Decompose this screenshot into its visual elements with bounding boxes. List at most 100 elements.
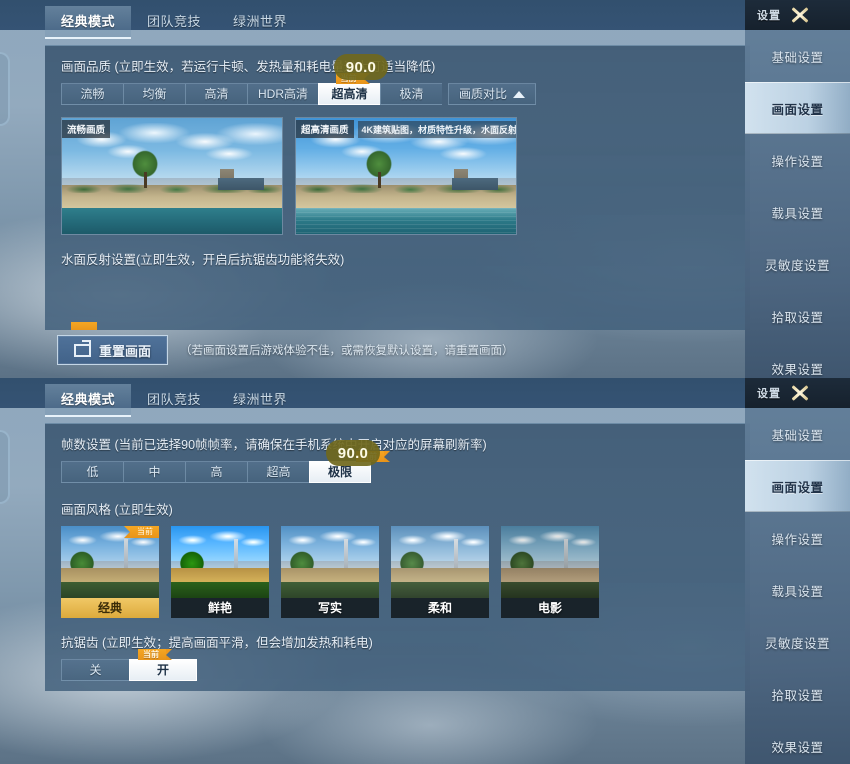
- style-option-classic[interactable]: 当前 经典: [61, 526, 159, 618]
- sidebar-item-pickup[interactable]: 拾取设置: [745, 668, 850, 720]
- tab-team-deathmatch[interactable]: 团队竞技: [131, 384, 217, 415]
- image-tree: [128, 148, 162, 188]
- sidebar-item-label: 拾取设置: [771, 310, 824, 325]
- tab-label: 团队竞技: [147, 392, 202, 407]
- settings-panel-top: 经典模式 团队竞技 绿洲世界 画面品质 (立即生效，若运行卡顿、发热量和耗电量过…: [0, 0, 850, 378]
- framerate-option-medium[interactable]: 中: [123, 461, 185, 483]
- sidebar-item-basic[interactable]: 基础设置: [745, 30, 850, 82]
- picture-style-options: 当前 经典 鲜艳 写实 柔和 电影: [61, 526, 750, 618]
- option-label: 开: [156, 663, 169, 677]
- style-option-cinematic[interactable]: 电影: [501, 526, 599, 618]
- option-label: 高清: [204, 87, 229, 101]
- current-badge-wrap: 当前: [124, 526, 159, 538]
- antialias-title: 抗锯齿 (立即生效；提高画面平滑，但会增加发热和耗电): [61, 636, 373, 650]
- image-tree: [362, 148, 396, 188]
- sidebar-item-effects[interactable]: 效果设置: [745, 342, 850, 378]
- sidebar-item-label: 操作设置: [771, 532, 824, 547]
- style-thumbnail: [281, 526, 379, 598]
- image-buildings: [452, 178, 499, 191]
- framerate-option-low[interactable]: 低: [61, 461, 123, 483]
- graphics-settings-card: 帧数设置 (当前已选择90帧帧率，请确保在手机系统中开启对应的屏幕刷新率) 低 …: [45, 423, 750, 691]
- quality-option-extreme-hd[interactable]: 极清: [380, 83, 442, 105]
- tab-label: 经典模式: [61, 392, 116, 407]
- sidebar-item-label: 载具设置: [771, 206, 824, 221]
- close-x-icon[interactable]: [787, 5, 813, 25]
- quality-option-balanced[interactable]: 均衡: [123, 83, 185, 105]
- sidebar-item-graphics[interactable]: 画面设置: [745, 460, 850, 512]
- sidebar-title: 设置: [757, 10, 781, 22]
- reset-screen-icon: [74, 343, 91, 357]
- tab-oasis-world[interactable]: 绿洲世界: [217, 384, 303, 415]
- sidebar-item-vehicles[interactable]: 载具设置: [745, 564, 850, 616]
- compare-caption: 超高清画质 4K建筑贴图，材质特性升级，水面反射效果: [296, 118, 516, 140]
- style-label: 经典: [61, 598, 159, 618]
- fps-overlay-badge: 90.0: [326, 440, 380, 466]
- caption-main: 流畅画质: [62, 120, 111, 138]
- mode-tabs: 经典模式 团队竞技 绿洲世界: [45, 384, 303, 417]
- sidebar-item-basic[interactable]: 基础设置: [745, 408, 850, 460]
- image-water: [62, 208, 282, 234]
- style-option-realistic[interactable]: 写实: [281, 526, 379, 618]
- graphics-settings-card: 画面品质 (立即生效，若运行卡顿、发热量和耗电量过大可适当降低) 流畅 均衡 高…: [45, 45, 750, 330]
- quality-option-ultra-hd[interactable]: 当前 超高清: [318, 73, 380, 105]
- settings-panel-bottom: 经典模式 团队竞技 绿洲世界 帧数设置 (当前已选择90帧帧率，请确保在手机系统…: [0, 378, 850, 764]
- left-edge-widget[interactable]: [0, 430, 10, 504]
- sidebar-item-controls[interactable]: 操作设置: [745, 134, 850, 186]
- quality-compare-button[interactable]: 画质对比: [448, 83, 537, 105]
- option-label: 流畅: [80, 87, 105, 101]
- thumb-field: [171, 582, 269, 598]
- style-label: 鲜艳: [171, 598, 269, 618]
- style-option-vivid[interactable]: 鲜艳: [171, 526, 269, 618]
- quality-option-hdr-hd[interactable]: HDR高清: [247, 83, 318, 105]
- quality-section-title: 画面品质 (立即生效，若运行卡顿、发热量和耗电量过大可适当降低): [61, 60, 436, 74]
- sidebar-item-controls[interactable]: 操作设置: [745, 512, 850, 564]
- compare-caption: 流畅画质: [62, 118, 111, 140]
- tab-classic-mode[interactable]: 经典模式: [45, 6, 132, 39]
- tab-classic-mode[interactable]: 经典模式: [45, 384, 132, 417]
- sidebar-item-effects[interactable]: 效果设置: [745, 720, 850, 764]
- style-thumbnail: [501, 526, 599, 598]
- sidebar-item-label: 灵敏度设置: [764, 636, 830, 651]
- tab-label: 经典模式: [61, 14, 116, 29]
- sidebar-item-sensitivity[interactable]: 灵敏度设置: [745, 616, 850, 668]
- option-label: 低: [86, 465, 99, 479]
- style-thumbnail: [171, 526, 269, 598]
- settings-sidebar: 设置 基础设置 画面设置 操作设置 载具设置 灵敏度设置 拾取设置 效果设置: [745, 378, 850, 764]
- thumb-field: [391, 582, 489, 598]
- option-label: 高: [210, 465, 223, 479]
- left-edge-widget[interactable]: [0, 52, 10, 126]
- antialias-option-bar: 关 当前 开: [61, 649, 197, 681]
- compare-image-ultra-hd: 超高清画质 4K建筑贴图，材质特性升级，水面反射效果: [295, 117, 517, 235]
- image-buildings: [218, 178, 265, 191]
- tab-label: 团队竞技: [147, 14, 202, 29]
- sidebar-item-label: 灵敏度设置: [764, 258, 830, 273]
- sidebar-item-pickup[interactable]: 拾取设置: [745, 290, 850, 342]
- tab-oasis-world[interactable]: 绿洲世界: [217, 6, 303, 37]
- close-x-icon[interactable]: [787, 383, 813, 403]
- reset-button-label: 重置画面: [99, 343, 152, 359]
- framerate-option-ultra[interactable]: 超高: [247, 461, 309, 483]
- fps-overlay-badge: 90.0: [334, 54, 388, 80]
- game-settings-screen: 经典模式 团队竞技 绿洲世界 画面品质 (立即生效，若运行卡顿、发热量和耗电量过…: [0, 0, 850, 764]
- quality-option-hd[interactable]: 高清: [185, 83, 247, 105]
- option-label: 超高: [266, 465, 291, 479]
- compare-label: 画质对比: [459, 86, 508, 101]
- thumb-field: [61, 582, 159, 598]
- option-label: 极清: [399, 87, 424, 101]
- sidebar-title: 设置: [757, 388, 781, 400]
- quality-compare-images: 流畅画质 超高清画质 4K建筑贴图，材质特性升级，水面反射效果: [61, 117, 750, 235]
- option-label: 中: [148, 465, 161, 479]
- framerate-option-high[interactable]: 高: [185, 461, 247, 483]
- quality-option-smooth[interactable]: 流畅: [61, 83, 123, 105]
- tab-team-deathmatch[interactable]: 团队竞技: [131, 6, 217, 37]
- sidebar-item-graphics[interactable]: 画面设置: [745, 82, 850, 134]
- sidebar-item-label: 载具设置: [771, 584, 824, 599]
- sidebar-item-sensitivity[interactable]: 灵敏度设置: [745, 238, 850, 290]
- framerate-section-title: 帧数设置 (当前已选择90帧帧率，请确保在手机系统中开启对应的屏幕刷新率): [61, 438, 487, 452]
- reset-screen-button[interactable]: 重置画面: [57, 335, 169, 365]
- sidebar-item-vehicles[interactable]: 载具设置: [745, 186, 850, 238]
- antialias-option-on[interactable]: 当前 开: [129, 649, 197, 681]
- sidebar-item-label: 画面设置: [771, 480, 824, 495]
- style-option-soft[interactable]: 柔和: [391, 526, 489, 618]
- antialias-option-off[interactable]: 关: [61, 659, 129, 681]
